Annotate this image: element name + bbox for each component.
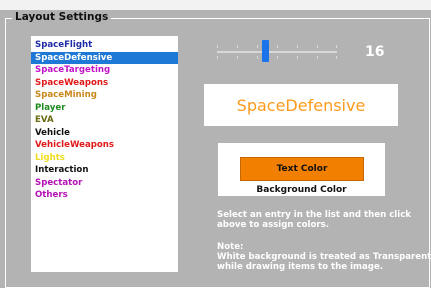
slider-tick: [237, 56, 238, 59]
list-item[interactable]: VehicleWeapons: [31, 139, 178, 152]
slider-tick: [297, 56, 298, 59]
list-item[interactable]: Spectator: [31, 177, 178, 190]
list-item[interactable]: SpaceMining: [31, 89, 178, 102]
note-line-1: White background is treated as Transpare…: [217, 252, 431, 262]
list-item[interactable]: Player: [31, 102, 178, 115]
slider-track[interactable]: [217, 51, 337, 53]
size-slider[interactable]: [217, 37, 337, 67]
note-title: Note:: [217, 242, 244, 252]
slider-tick: [257, 56, 258, 59]
preview-box[interactable]: SpaceDefensive: [204, 84, 398, 126]
list-item[interactable]: SpaceTargeting: [31, 64, 178, 77]
list-item[interactable]: Vehicle: [31, 127, 178, 140]
list-item[interactable]: Lights: [31, 152, 178, 165]
list-item[interactable]: Interaction: [31, 164, 178, 177]
slider-tick: [217, 45, 218, 48]
slider-tick: [257, 45, 258, 48]
slider-tick: [277, 45, 278, 48]
color-picker-box[interactable]: Text Color Background Color: [218, 143, 385, 196]
category-list[interactable]: SpaceFlight SpaceDefensive SpaceTargeting S…: [31, 36, 178, 272]
slider-tick: [336, 45, 337, 48]
list-item[interactable]: SpaceFlight: [31, 39, 178, 52]
instructions-text: Select an entry in the list and then cli…: [217, 210, 412, 230]
slider-tick: [217, 56, 218, 59]
slider-tick: [317, 45, 318, 48]
list-item[interactable]: SpaceDefensive: [31, 51, 178, 64]
text-color-label: Text Color: [276, 164, 328, 174]
group-title: Layout Settings: [12, 11, 112, 23]
list-item[interactable]: Others: [31, 189, 178, 202]
slider-thumb[interactable]: [261, 40, 269, 62]
preview-text: SpaceDefensive: [236, 95, 366, 115]
slider-tick: [237, 45, 238, 48]
note-block: Note: White background is treated as Tra…: [217, 242, 431, 272]
list-item[interactable]: SpaceWeapons: [31, 77, 178, 90]
background-color-label[interactable]: Background Color: [218, 185, 385, 195]
text-color-button[interactable]: Text Color: [240, 157, 364, 181]
top-strip: [0, 0, 431, 10]
note-line-2: while drawing items to the image.: [217, 262, 384, 272]
slider-value: 16: [365, 44, 385, 60]
slider-tick: [336, 56, 337, 59]
slider-tick: [277, 56, 278, 59]
slider-tick: [317, 56, 318, 59]
slider-tick: [297, 45, 298, 48]
list-item[interactable]: EVA: [31, 114, 178, 127]
